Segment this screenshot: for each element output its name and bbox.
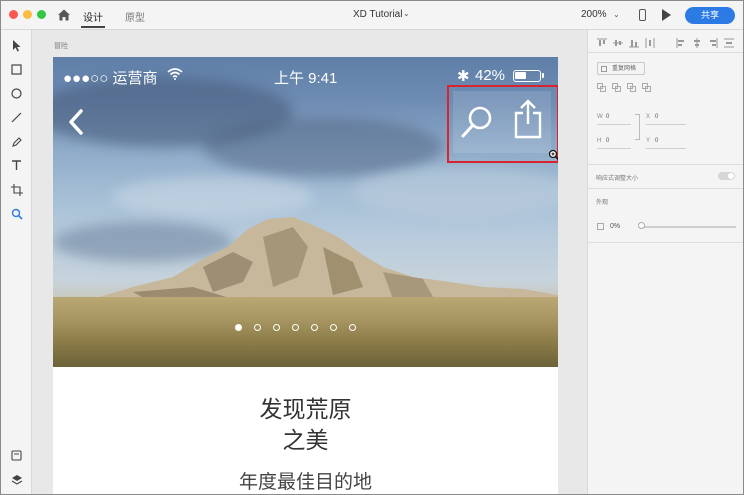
home-icon[interactable] — [57, 8, 71, 22]
align-bottom-icon[interactable] — [628, 37, 639, 48]
artboard-label[interactable]: 冒险 — [54, 41, 68, 51]
align-top-icon[interactable] — [596, 37, 607, 48]
carousel-dot[interactable] — [292, 324, 299, 331]
opacity-slider-thumb[interactable] — [638, 222, 645, 229]
distribute-horizontal-icon[interactable] — [723, 37, 734, 48]
exclude-boolean-icon[interactable] — [642, 83, 652, 93]
page-heading: 发现荒原 之美 — [53, 395, 558, 457]
tools-toolbar — [1, 30, 32, 494]
y-field[interactable]: 0 — [655, 138, 658, 144]
responsive-resize-toggle[interactable] — [718, 172, 735, 180]
y-label: Y — [646, 138, 651, 144]
minimize-window-button[interactable] — [23, 10, 32, 19]
layers-icon[interactable] — [10, 473, 23, 486]
badlands-mountain — [83, 217, 558, 307]
document-title[interactable]: XD Tutorial — [353, 9, 402, 20]
bluetooth-icon: ✱ — [457, 68, 470, 85]
cloud — [203, 117, 443, 177]
responsive-resize-label: 响应式调整大小 — [596, 176, 639, 182]
zoom-search-icon[interactable] — [10, 207, 23, 220]
app-window: 设计 原型 XD Tutorial ⌄ 200% ⌄ 共享 冒险 ●●●○○ 运… — [0, 0, 744, 495]
wifi-icon — [167, 68, 183, 80]
opacity-slider-track[interactable] — [640, 226, 736, 228]
carousel-dot[interactable] — [273, 324, 280, 331]
opacity-icon — [597, 223, 604, 230]
boolean-ops — [597, 83, 652, 93]
chevron-down-icon[interactable]: ⌄ — [403, 9, 410, 18]
height-label: H — [597, 138, 602, 144]
height-underline — [597, 148, 631, 149]
zoom-cursor-icon — [548, 149, 558, 161]
tab-design[interactable]: 设计 — [81, 9, 105, 28]
width-underline — [597, 124, 631, 125]
back-arrow-icon[interactable] — [67, 108, 85, 136]
text-icon[interactable] — [10, 159, 23, 172]
rectangle-icon[interactable] — [10, 63, 23, 76]
height-field[interactable]: 0 — [606, 138, 609, 144]
title-bar: 设计 原型 XD Tutorial ⌄ 200% ⌄ 共享 — [1, 1, 743, 30]
zoom-level[interactable]: 200% — [581, 9, 607, 20]
share-button[interactable]: 共享 — [685, 7, 735, 24]
play-icon[interactable] — [662, 9, 671, 21]
distribute-vertical-icon[interactable] — [644, 37, 655, 48]
opacity-value[interactable]: 0% — [610, 223, 620, 230]
x-label: X — [646, 114, 651, 120]
aspect-lock-icon[interactable] — [635, 114, 640, 140]
align-middle-icon[interactable] — [612, 37, 623, 48]
property-inspector: 重复网格 W 0 X 0 H 0 Y 0 响应式调整大小 外观 0% — [587, 30, 743, 494]
battery-icon — [513, 70, 541, 82]
battery-percent: 42% — [475, 67, 506, 84]
align-right-icon[interactable] — [707, 37, 718, 48]
tab-prototype[interactable]: 原型 — [125, 9, 145, 24]
subtract-boolean-icon[interactable] — [612, 83, 622, 93]
carousel-dot[interactable] — [235, 324, 242, 331]
page-subheading: 年度最佳目的地 — [238, 471, 372, 493]
hero-image[interactable]: ●●●○○ 运营商 上午 9:41 ✱ 42% — [53, 57, 558, 367]
select-arrow-icon[interactable] — [10, 39, 23, 52]
ellipse-icon[interactable] — [10, 87, 23, 100]
intersect-boolean-icon[interactable] — [627, 83, 637, 93]
repeat-grid-label: 重复网格 — [612, 66, 637, 72]
width-label: W — [597, 114, 603, 120]
selection-highlight — [447, 85, 558, 163]
repeat-grid-button[interactable]: 重复网格 — [597, 62, 645, 75]
carousel-dot[interactable] — [254, 324, 261, 331]
close-window-button[interactable] — [9, 10, 18, 19]
x-field[interactable]: 0 — [655, 114, 658, 120]
x-underline — [646, 124, 686, 125]
artboard-icon[interactable] — [10, 183, 23, 196]
align-center-icon[interactable] — [691, 37, 702, 48]
repeat-grid-icon — [601, 66, 607, 72]
panel-divider — [588, 52, 743, 53]
carrier-signal: ●●●○○ 运营商 — [63, 70, 158, 87]
zoom-chevron-down-icon[interactable]: ⌄ — [613, 10, 620, 19]
carousel-pagination — [235, 324, 356, 331]
add-boolean-icon[interactable] — [597, 83, 607, 93]
align-toolbar — [596, 37, 734, 48]
line-icon[interactable] — [10, 111, 23, 124]
pen-icon[interactable] — [10, 135, 23, 148]
y-underline — [646, 148, 686, 149]
battery-tip — [542, 73, 544, 78]
heading-line-2: 之美 — [282, 428, 329, 454]
grass-field — [53, 297, 558, 367]
status-time: 上午 9:41 — [274, 70, 338, 87]
heading-line-1: 发现荒原 — [259, 397, 352, 423]
carousel-dot[interactable] — [330, 324, 337, 331]
width-field[interactable]: 0 — [606, 114, 609, 120]
appearance-label: 外观 — [596, 200, 609, 206]
zoom-window-button[interactable] — [37, 10, 46, 19]
align-left-icon[interactable] — [675, 37, 686, 48]
panel-divider — [588, 164, 743, 165]
device-preview-icon[interactable] — [639, 9, 646, 21]
artboard[interactable]: ●●●○○ 运营商 上午 9:41 ✱ 42% 发现荒原 之美 年度最佳目的地 — [53, 57, 558, 494]
assets-icon[interactable] — [10, 449, 23, 462]
canvas[interactable]: 冒险 ●●●○○ 运营商 上午 9:41 ✱ 42% 发现荒原 之美 年度最佳目… — [32, 30, 586, 494]
carousel-dot[interactable] — [311, 324, 318, 331]
carousel-dot[interactable] — [349, 324, 356, 331]
panel-divider — [588, 188, 743, 189]
panel-divider — [588, 242, 743, 243]
